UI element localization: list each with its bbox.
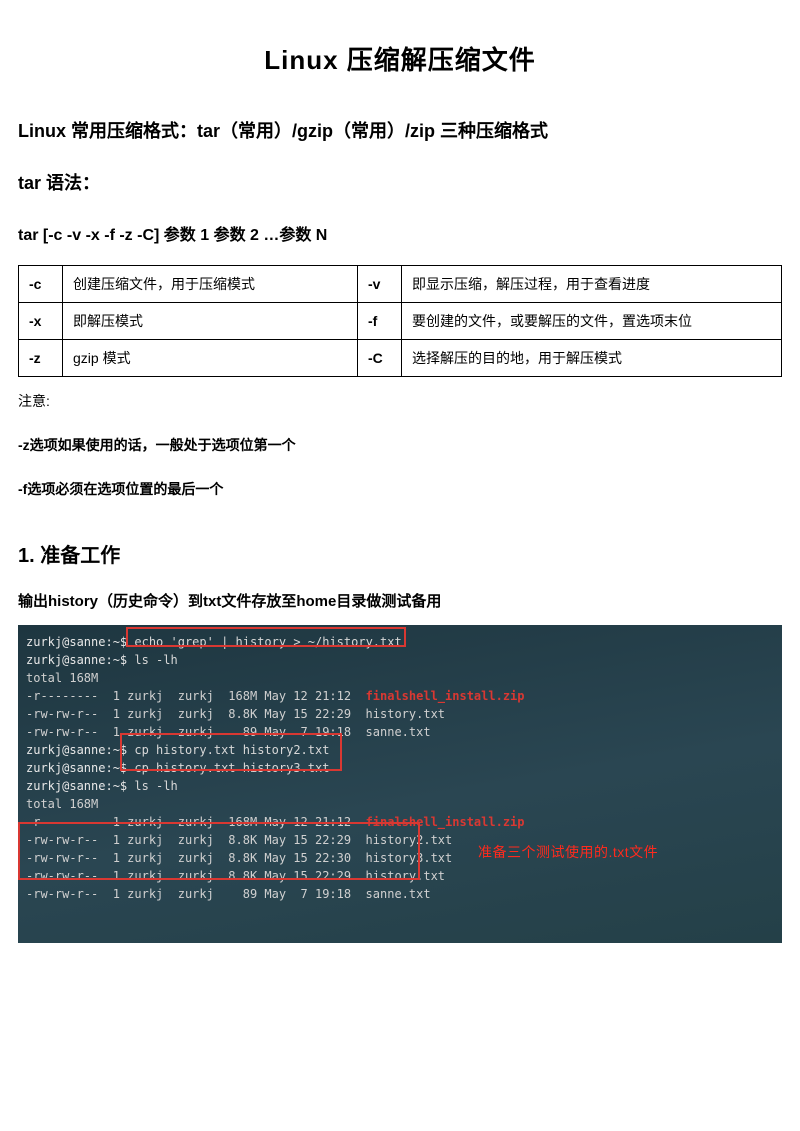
term-output: -rw-rw-r-- 1 zurkj zurkj 89 May 7 19:18 … (26, 723, 774, 741)
term-prompt: zurkj@sanne:~$ (26, 743, 134, 757)
tar-syntax-header: tar 语法： (18, 169, 782, 195)
opt-flag: -C (358, 340, 402, 377)
annotation-text: 准备三个测试使用的.txt文件 (478, 843, 658, 861)
term-file-zip: finalshell_install.zip (366, 815, 525, 829)
term-output: total 168M (26, 795, 774, 813)
term-output: -rw-rw-r-- 1 zurkj zurkj 8.8K May 15 22:… (26, 867, 774, 885)
table-row: -x 即解压模式 -f 要创建的文件，或要解压的文件，置选项末位 (19, 303, 782, 340)
term-cmd: ls -lh (134, 779, 177, 793)
notes-title: 注意: (18, 391, 782, 411)
term-file-zip: finalshell_install.zip (366, 689, 525, 703)
section-1-sub: 输出history（历史命令）到txt文件存放至home目录做测试备用 (18, 590, 782, 611)
opt-desc: 即显示压缩，解压过程，用于查看进度 (402, 266, 782, 303)
opt-flag: -c (19, 266, 63, 303)
page-title: Linux 压缩解压缩文件 (18, 40, 782, 77)
terminal-screenshot: zurkj@sanne:~$ echo 'grep' | history > ~… (18, 625, 782, 943)
term-prompt: zurkj@sanne:~$ (26, 761, 134, 775)
term-cmd: cp history.txt history2.txt (134, 743, 329, 757)
table-row: -z gzip 模式 -C 选择解压的目的地，用于解压模式 (19, 340, 782, 377)
term-output: -rw-rw-r-- 1 zurkj zurkj 89 May 7 19:18 … (26, 885, 774, 903)
term-output: -r-------- 1 zurkj zurkj 168M May 12 21:… (26, 815, 366, 829)
opt-desc: gzip 模式 (63, 340, 358, 377)
opt-flag: -v (358, 266, 402, 303)
term-output: -r-------- 1 zurkj zurkj 168M May 12 21:… (26, 689, 366, 703)
term-cmd: cp history.txt history3.txt (134, 761, 329, 775)
tar-syntax: tar [-c -v -x -f -z -C] 参数 1 参数 2 …参数 N (18, 221, 782, 245)
section-1-heading: 1. 准备工作 (18, 539, 782, 568)
opt-flag: -x (19, 303, 63, 340)
term-output: total 168M (26, 669, 774, 687)
term-prompt: zurkj@sanne:~$ (26, 635, 134, 649)
note-z: -z选项如果使用的话，一般处于选项位第一个 (18, 435, 782, 455)
opt-desc: 即解压模式 (63, 303, 358, 340)
opt-desc: 要创建的文件，或要解压的文件，置选项末位 (402, 303, 782, 340)
term-output: -rw-rw-r-- 1 zurkj zurkj 8.8K May 15 22:… (26, 849, 774, 867)
term-output: -rw-rw-r-- 1 zurkj zurkj 8.8K May 15 22:… (26, 705, 774, 723)
term-prompt: zurkj@sanne:~$ (26, 779, 134, 793)
tar-options-table: -c 创建压缩文件，用于压缩模式 -v 即显示压缩，解压过程，用于查看进度 -x… (18, 265, 782, 377)
opt-flag: -z (19, 340, 63, 377)
term-cmd: ls -lh (134, 653, 177, 667)
opt-desc: 创建压缩文件，用于压缩模式 (63, 266, 358, 303)
note-f: -f选项必须在选项位置的最后一个 (18, 479, 782, 499)
term-output: -rw-rw-r-- 1 zurkj zurkj 8.8K May 15 22:… (26, 831, 774, 849)
opt-desc: 选择解压的目的地，用于解压模式 (402, 340, 782, 377)
opt-flag: -f (358, 303, 402, 340)
term-cmd: echo 'grep' | history > ~/history.txt (134, 635, 401, 649)
term-prompt: zurkj@sanne:~$ (26, 653, 134, 667)
formats-intro: Linux 常用压缩格式：tar（常用）/gzip（常用）/zip 三种压缩格式 (18, 117, 782, 143)
table-row: -c 创建压缩文件，用于压缩模式 -v 即显示压缩，解压过程，用于查看进度 (19, 266, 782, 303)
